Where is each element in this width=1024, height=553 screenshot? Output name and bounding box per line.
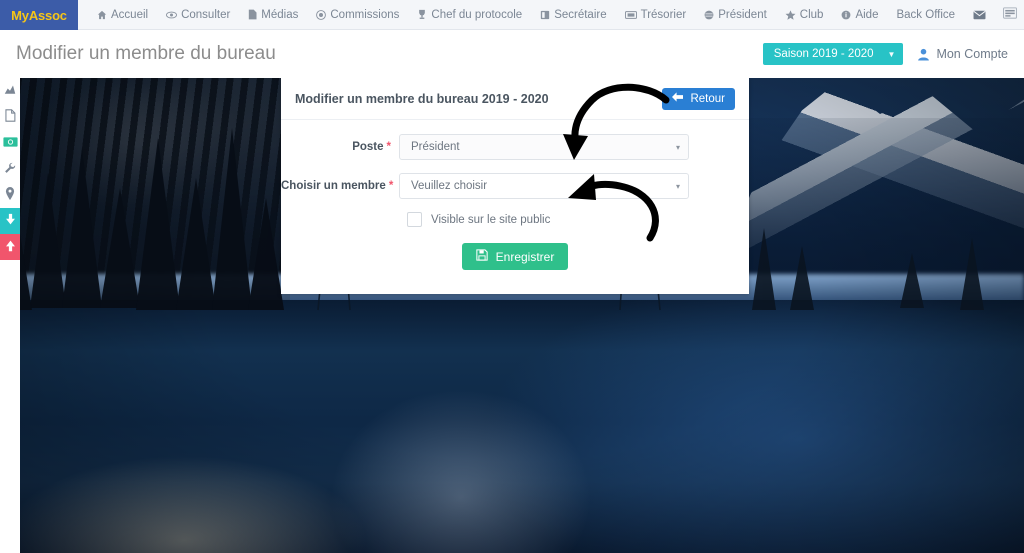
account-label: Mon Compte [936, 47, 1008, 61]
info-icon [841, 10, 851, 20]
back-button[interactable]: Retour [662, 87, 735, 110]
nav-item-label: Back Office [896, 8, 956, 21]
money-icon [624, 10, 637, 19]
brand-text: MyAssoc [11, 7, 67, 23]
poste-select[interactable]: Président ▾ [399, 134, 689, 160]
arrow-up-icon [4, 239, 17, 255]
nav-right [995, 0, 1024, 29]
nav-item-accueil[interactable]: Accueil [88, 0, 157, 30]
nav-item-aide[interactable]: Aide [832, 0, 887, 30]
home-icon [97, 10, 107, 20]
nav-items: Accueil Consulter Médias Commissions Che [78, 0, 995, 29]
nav-item-label: Secrétaire [554, 8, 607, 21]
card-title: Modifier un membre du bureau 2019 - 2020 [295, 91, 549, 106]
money-bill-icon [2, 136, 18, 150]
arrow-left-icon [672, 92, 684, 105]
avatar-icon [917, 48, 930, 61]
nav-item-club[interactable]: Club [776, 0, 833, 30]
map-pin-icon [5, 187, 15, 203]
poste-label-text: Poste [352, 141, 384, 153]
visible-public-checkbox[interactable] [407, 212, 422, 227]
edit-member-card: Modifier un membre du bureau 2019 - 2020… [281, 78, 749, 294]
left-icon-rail [0, 78, 20, 553]
nav-item-messages[interactable] [964, 0, 995, 30]
badge-icon [316, 9, 327, 20]
rail-item-download[interactable] [0, 208, 20, 234]
page-title: Modifier un membre du bureau [16, 43, 276, 64]
poste-select-value: Président [411, 141, 460, 153]
page-header: Modifier un membre du bureau Saison 2019… [0, 30, 1024, 78]
nav-item-consulter[interactable]: Consulter [157, 0, 239, 30]
arrow-down-icon [4, 213, 17, 229]
globe-icon [704, 10, 714, 20]
required-marker: * [386, 141, 391, 153]
season-label: Saison 2019 - 2020 [773, 48, 874, 60]
nav-item-back-office[interactable]: Back Office [887, 0, 964, 30]
poste-label: Poste * [281, 141, 399, 153]
rail-item-chart[interactable] [0, 78, 20, 104]
file-icon [248, 9, 257, 20]
rail-item-money[interactable] [0, 130, 20, 156]
wrench-icon [4, 162, 16, 177]
nav-item-label: Président [718, 8, 767, 21]
eye-icon [166, 11, 178, 19]
card-header: Modifier un membre du bureau 2019 - 2020… [281, 78, 749, 120]
rail-item-location[interactable] [0, 182, 20, 208]
nav-item-label: Accueil [111, 8, 149, 21]
rail-item-document[interactable] [0, 104, 20, 130]
floppy-save-icon [475, 249, 488, 264]
envelope-icon [973, 10, 986, 20]
nav-item-chef-du-protocole[interactable]: Chef du protocole [408, 0, 531, 30]
account-menu[interactable]: Mon Compte [917, 47, 1008, 61]
membre-select[interactable]: Veuillez choisir ▾ [399, 173, 689, 199]
nav-item-label: Aide [855, 8, 879, 21]
membre-label-text: Choisir un membre [281, 180, 386, 192]
rail-item-settings[interactable] [0, 156, 20, 182]
chart-icon [4, 84, 16, 99]
nav-item-medias[interactable]: Médias [239, 0, 307, 30]
visible-checkbox-row: Visible sur le site public [281, 212, 749, 227]
form-row-membre: Choisir un membre * Veuillez choisir ▾ [281, 173, 749, 199]
season-selector[interactable]: Saison 2019 - 2020 ▼ [762, 43, 904, 65]
visible-public-label: Visible sur le site public [431, 213, 551, 226]
back-button-label: Retour [690, 92, 725, 105]
chevron-down-icon: ▾ [675, 142, 680, 152]
nav-item-secretaire[interactable]: Secrétaire [531, 0, 615, 30]
chevron-down-icon: ▾ [675, 181, 680, 191]
nav-item-tresorier[interactable]: Trésorier [616, 0, 696, 30]
list-panel-icon[interactable] [995, 7, 1024, 22]
save-row: Enregistrer [281, 243, 749, 270]
rail-item-upload[interactable] [0, 234, 20, 260]
nav-item-label: Trésorier [640, 8, 687, 21]
book-icon [540, 10, 550, 20]
document-icon [4, 109, 16, 125]
trophy-icon [417, 9, 427, 20]
nav-item-label: Médias [261, 8, 299, 21]
save-button[interactable]: Enregistrer [461, 243, 569, 270]
nav-item-label: Commissions [330, 8, 400, 21]
card-body: Poste * Président ▾ Choisir un membre * Ve… [281, 120, 749, 270]
chevron-down-icon: ▼ [887, 49, 896, 59]
save-button-label: Enregistrer [495, 249, 555, 264]
nav-item-commissions[interactable]: Commissions [307, 0, 408, 30]
header-right: Saison 2019 - 2020 ▼ Mon Compte [762, 43, 1008, 65]
star-icon [785, 9, 796, 20]
brand-logo[interactable]: MyAssoc [0, 0, 78, 30]
nav-item-label: Consulter [181, 8, 231, 21]
membre-select-value: Veuillez choisir [411, 180, 488, 192]
top-navbar: MyAssoc Accueil Consulter Médias Commiss… [0, 0, 1024, 30]
required-marker: * [388, 180, 394, 192]
nav-item-president[interactable]: Président [695, 0, 776, 30]
form-row-poste: Poste * Président ▾ [281, 134, 749, 160]
membre-label: Choisir un membre * [281, 180, 399, 192]
nav-item-label: Chef du protocole [431, 8, 523, 21]
nav-item-label: Club [799, 8, 824, 21]
